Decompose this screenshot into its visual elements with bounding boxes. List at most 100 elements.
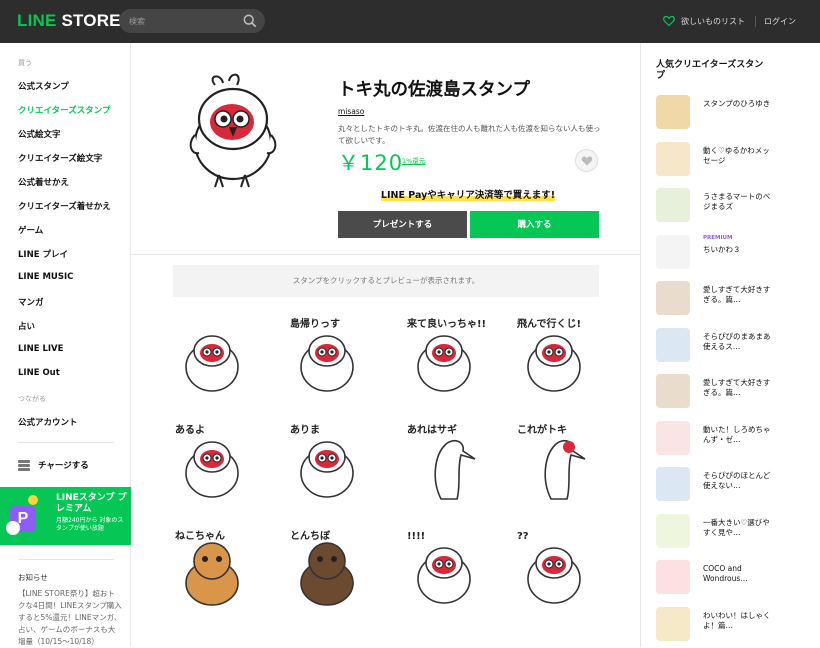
section-label-buy: 買う (18, 59, 32, 67)
sidebar-item-line-music[interactable]: LINE MUSIC (18, 272, 73, 282)
content-divider (131, 254, 640, 255)
ranking-item[interactable]: スタンプのひろゆき (656, 95, 816, 135)
heart-icon (581, 156, 593, 166)
charge-label: チャージする (38, 461, 89, 471)
ranking-item[interactable]: 動く♡ゆるかわメッセージ (656, 141, 816, 182)
sidebar-item-official-stickers[interactable]: 公式スタンプ (18, 80, 69, 92)
sticker-item[interactable]: これがトキ (511, 419, 597, 505)
premium-banner[interactable]: P LINEスタンプ プレミアム 月額240円から 対象のスタンプが使い放題 (0, 487, 131, 545)
ranking-item[interactable]: 一番大きい♡選びやすく見や… (656, 513, 816, 554)
sidebar-item-creators-stickers[interactable]: クリエイターズスタンプ (18, 104, 110, 116)
ranking-thumbnail (656, 234, 690, 269)
product-title: トキ丸の佐渡島スタンプ (338, 80, 530, 100)
main-sticker-image (189, 73, 277, 188)
sticker-caption: 飛んで行くじ! (516, 317, 581, 330)
sticker-caption: あるよ (175, 423, 205, 436)
ranking-item[interactable]: 動いた！しろめちゃんず・ゼ… (656, 420, 816, 461)
login-link[interactable]: ログイン (764, 16, 796, 27)
sticker-item[interactable]: 飛んで行くじ! (511, 313, 597, 399)
ranking-item[interactable]: COCO and Wondrous… (656, 560, 816, 600)
ranking-item[interactable]: うさまるマートのベジまるズ (656, 188, 816, 228)
sticker-caption: とんちぼ (290, 529, 331, 542)
author-link[interactable]: misaso (338, 107, 364, 116)
sticker-item[interactable]: ねこちゃん (169, 525, 255, 611)
ranking-thumbnail (656, 420, 690, 455)
sticker-caption: これがトキ (517, 423, 567, 436)
sticker-item[interactable] (169, 313, 255, 399)
sidebar-item-creators-themes[interactable]: クリエイターズ着せかえ (18, 200, 111, 212)
line-store-logo[interactable]: LINE STORE (17, 11, 121, 31)
sticker-caption: 来て良いっちゃ!! (406, 317, 486, 330)
ranking-item-name: そらぴぴのまあまあ使えるス… (703, 331, 771, 351)
ranking-item-name: 愛しすぎて大好きすぎる。篇… (703, 378, 771, 397)
sidebar-item-line-live[interactable]: LINE LIVE (18, 344, 63, 354)
sticker-caption: ありま (290, 423, 320, 436)
ranking-item-name: うさまるマートのベジまるズ (703, 192, 771, 211)
ranking-item[interactable]: PREMIUM ちいかわ３ (656, 234, 816, 275)
ranking-item-name: ちいかわ３ (703, 244, 741, 254)
coins-icon (18, 460, 30, 471)
sticker-caption: 島帰りっす (290, 317, 340, 330)
ranking-item-name: わいわい！はしゃくよ！篇… (703, 610, 771, 630)
sticker-item[interactable]: とんちぼ (284, 525, 370, 611)
top-bar: LINE STORE 欲しいものリスト ログイン (0, 0, 820, 43)
charge-link[interactable]: チャージする (18, 459, 89, 471)
points-link[interactable]: 1%還元 (402, 155, 425, 165)
sidebar-item-games[interactable]: ゲーム (18, 224, 43, 236)
sidebar-item-official-emoji[interactable]: 公式絵文字 (18, 128, 61, 140)
sticker-item[interactable]: ありま (284, 419, 370, 505)
ranking-item[interactable]: そらぴぴのまあまあ使えるス… (656, 327, 816, 368)
sticker-item[interactable]: ?? (511, 525, 597, 611)
payment-promo: LINE Payやキャリア決済等で買えます! (338, 187, 598, 201)
sticker-item[interactable]: あれはサギ (401, 419, 487, 505)
mascot-icon (6, 521, 20, 535)
section-label-connect: つながる (18, 395, 46, 403)
sticker-grid: 島帰りっす 来て良いっちゃ!! 飛んで行くじ! あるよ ありま あれはサギ これがトキねこち… (169, 313, 609, 647)
sticker-caption: あれはサギ (407, 423, 457, 436)
wishlist-button[interactable] (575, 149, 598, 172)
sidebar-item-manga[interactable]: マンガ (18, 296, 44, 308)
news-label: お知らせ (18, 573, 48, 582)
ranking-item[interactable]: 愛しすぎて大好きすぎる。篇… (656, 281, 816, 321)
news-text[interactable]: 【LINE STORE祭り】超おトクな4日間！LINEスタンプ購入すると5%還元… (18, 588, 122, 648)
ranking-thumbnail (656, 513, 690, 548)
ranking-item[interactable]: わいわい！はしゃくよ！篇… (656, 606, 816, 647)
heart-icon (663, 15, 675, 27)
sticker-item[interactable]: !!!! (401, 525, 487, 611)
sidebar-item-line-out[interactable]: LINE Out (18, 368, 60, 378)
logo-line-text: LINE (17, 11, 57, 30)
premium-title: LINEスタンプ プレミアム (56, 493, 127, 514)
search-icon[interactable] (243, 14, 257, 28)
gift-button[interactable]: プレゼントする (338, 211, 467, 238)
product-price: ￥120 (338, 151, 404, 175)
sidebar-item-official-themes[interactable]: 公式着せかえ (18, 176, 69, 188)
main-content: トキ丸の佐渡島スタンプ misaso 丸々としたトキのトキ丸。佐渡在住の人も離れ… (131, 43, 640, 647)
ranking-item-name: そらぴぴのほとんど使えない… (703, 471, 771, 490)
ranking-item[interactable]: 愛しすぎて大好きすぎる。篇… (656, 374, 816, 414)
sidebar-item-line-play[interactable]: LINE プレイ (18, 248, 68, 260)
ranking-thumbnail (656, 141, 690, 176)
sticker-item[interactable]: あるよ (169, 419, 255, 505)
payment-promo-text: LINE Payやキャリア決済等で買えます! (380, 190, 556, 201)
sidebar-item-official-account[interactable]: 公式アカウント (18, 416, 78, 428)
header-divider (755, 16, 756, 27)
sidebar-item-creators-emoji[interactable]: クリエイターズ絵文字 (18, 152, 102, 164)
sidebar-item-fortune[interactable]: 占い (18, 320, 35, 332)
sticker-item[interactable]: 来て良いっちゃ!! (401, 313, 487, 399)
search-input[interactable] (129, 13, 239, 29)
ranking-thumbnail (656, 327, 690, 362)
logo-store-text: STORE (61, 11, 121, 30)
ranking-thumbnail (656, 281, 690, 315)
preview-note: スタンプをクリックするとプレビューが表示されます。 (173, 265, 599, 297)
buy-button[interactable]: 購入する (470, 211, 599, 238)
sticker-item[interactable]: 島帰りっす (284, 313, 370, 399)
ranking-item-name: 愛しすぎて大好きすぎる。篇… (703, 285, 771, 304)
ranking-item-name: COCO and Wondrous… (703, 564, 748, 583)
wishlist-link[interactable]: 欲しいものリスト (663, 15, 745, 27)
ranking-thumbnail (656, 374, 690, 408)
ranking-item[interactable]: そらぴぴのほとんど使えない… (656, 467, 816, 507)
ranking-title: 人気クリエイターズスタンプ (656, 60, 764, 81)
product-description: 丸々としたトキのトキ丸。佐渡在住の人も離れた人も佐渡を知らない人も使って欲しいで… (338, 124, 601, 145)
sticker-caption: ねこちゃん (175, 530, 225, 542)
premium-desc: 月額240円から 対象のスタンプが使い放題 (56, 517, 124, 532)
